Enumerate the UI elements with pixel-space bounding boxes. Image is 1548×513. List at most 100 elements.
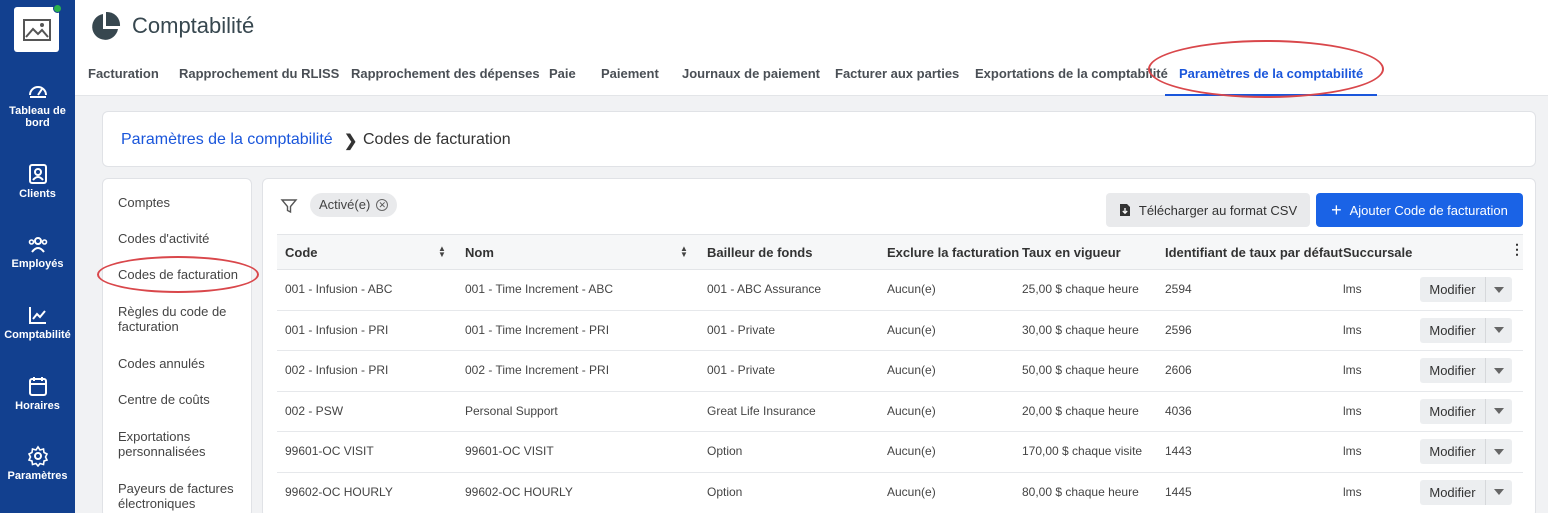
edit-split-button: Modifier: [1420, 398, 1512, 424]
side-item-codes-facturation[interactable]: Codes de facturation: [118, 267, 243, 282]
rail-item-clients[interactable]: Clients: [0, 163, 75, 200]
rail-item-label: Comptabilité: [4, 329, 71, 341]
cell-nom: 002 - Time Increment - PRI: [465, 363, 610, 378]
tab-paiement[interactable]: Paiement: [601, 60, 659, 96]
side-item-regles-code[interactable]: Règles du code de facturation: [118, 304, 243, 334]
filter-chip-label: Activé(e): [319, 197, 371, 212]
edit-split-button: Modifier: [1420, 439, 1512, 465]
table-row: 002 - Infusion - PRI 002 - Time Increment…: [277, 351, 1523, 392]
close-icon[interactable]: ✕: [376, 199, 389, 211]
chevron-down-icon[interactable]: [1486, 277, 1512, 302]
cell-bailleur: 001 - Private: [707, 322, 776, 337]
tab-facturation[interactable]: Facturation: [88, 60, 159, 96]
tab-journaux-paiement[interactable]: Journaux de paiement: [682, 60, 820, 96]
cell-nom: 99601-OC VISIT: [465, 444, 554, 459]
edit-button[interactable]: Modifier: [1420, 398, 1486, 424]
table-row: 002 - PSW Personal Support Great Life Insu…: [277, 392, 1523, 433]
edit-split-button: Modifier: [1420, 479, 1512, 505]
side-item-comptes[interactable]: Comptes: [118, 195, 243, 210]
tab-facturer-parties[interactable]: Facturer aux parties: [835, 60, 959, 96]
cell-taux: 80,00 $ chaque heure: [1022, 484, 1139, 499]
side-item-codes-annules[interactable]: Codes annulés: [118, 356, 243, 371]
chevron-right-icon: ❯: [344, 133, 358, 150]
chevron-down-icon[interactable]: [1486, 480, 1512, 505]
rail-item-employees[interactable]: Employés: [0, 233, 75, 270]
cell-taux: 50,00 $ chaque heure: [1022, 363, 1139, 378]
cell-taux: 170,00 $ chaque visite: [1022, 444, 1143, 459]
app-header: Comptabilité Facturation Rapprochement d…: [75, 0, 1548, 96]
cell-taux: 20,00 $ chaque heure: [1022, 403, 1139, 418]
col-header-exclure: Exclure la facturation: [887, 245, 1020, 260]
filter-chip-active[interactable]: Activé(e) ✕: [310, 193, 398, 217]
chevron-down-icon[interactable]: [1486, 399, 1512, 424]
breadcrumb: Paramètres de la comptabilité ❯ Codes de…: [102, 111, 1536, 167]
cell-identifiant: 2594: [1165, 282, 1192, 296]
filter-icon[interactable]: [280, 197, 298, 215]
breadcrumb-parent-link[interactable]: Paramètres de la comptabilité: [121, 131, 333, 149]
tab-parametres-comptabilite[interactable]: Paramètres de la comptabilité: [1165, 60, 1378, 96]
rail-item-accounting[interactable]: Comptabilité: [0, 304, 75, 341]
sort-icon[interactable]: ▲ ▼: [438, 245, 446, 259]
edit-button[interactable]: Modifier: [1420, 439, 1486, 465]
rail-item-label: Paramètres: [7, 470, 68, 482]
rail-item-schedules[interactable]: Horaires: [0, 375, 75, 412]
tab-rapprochement-rliss[interactable]: Rapprochement du RLISS: [179, 60, 339, 96]
rail-item-label: Clients: [19, 188, 56, 200]
cell-bailleur: Option: [707, 484, 743, 499]
cell-exclure: Aucun(e): [887, 322, 936, 337]
cell-bailleur: 001 - Private: [707, 363, 776, 378]
rail-item-label: Employés: [11, 258, 64, 270]
col-header-code[interactable]: Code: [285, 245, 318, 260]
side-item-centre-couts[interactable]: Centre de coûts: [118, 392, 243, 407]
download-csv-label: Télécharger au format CSV: [1138, 202, 1298, 218]
col-header-bailleur: Bailleur de fonds: [707, 245, 813, 260]
cell-code: 002 - Infusion - PRI: [285, 363, 389, 378]
chevron-down-icon[interactable]: [1486, 358, 1512, 383]
side-item-payeurs-factures[interactable]: Payeurs de factures électroniques: [118, 481, 243, 511]
cell-exclure: Aucun(e): [887, 282, 936, 296]
company-logo[interactable]: [14, 4, 62, 52]
col-header-nom[interactable]: Nom: [465, 245, 494, 260]
tab-rapprochement-depenses[interactable]: Rapprochement des dépenses: [351, 60, 540, 96]
pie-chart-icon: [92, 11, 121, 40]
edit-button[interactable]: Modifier: [1420, 277, 1486, 302]
rail-item-dashboard[interactable]: Tableau de bord: [0, 80, 75, 129]
edit-split-button: Modifier: [1420, 277, 1512, 302]
download-csv-button[interactable]: Télécharger au format CSV: [1106, 193, 1310, 227]
side-item-codes-activite[interactable]: Codes d'activité: [118, 231, 243, 246]
sort-icon[interactable]: ▲ ▼: [680, 245, 688, 259]
cell-nom: 001 - Time Increment - PRI: [465, 322, 610, 337]
table-header: Code ▲ ▼ Nom ▲ ▼ Bailleur de fonds Exclure…: [277, 234, 1524, 270]
rail-item-label: Tableau de bord: [9, 105, 66, 129]
cell-identifiant: 4036: [1165, 403, 1192, 418]
cell-succursale: lms: [1343, 403, 1362, 418]
chevron-down-icon[interactable]: [1486, 439, 1512, 464]
side-item-exportations-perso[interactable]: Exportations personnalisées: [118, 429, 243, 459]
table-body: 001 - Infusion - ABC 001 - Time Increment…: [277, 270, 1523, 513]
tab-exportations-comptabilite[interactable]: Exportations de la comptabilité: [975, 60, 1168, 96]
tab-paie[interactable]: Paie: [549, 60, 576, 96]
chart-line-icon: [28, 307, 46, 324]
edit-button[interactable]: Modifier: [1420, 479, 1486, 505]
gauge-icon: [28, 86, 47, 98]
cell-bailleur: Option: [707, 444, 743, 459]
table-row: 001 - Infusion - PRI 001 - Time Increment…: [277, 311, 1523, 352]
cell-succursale: lms: [1343, 444, 1362, 459]
cell-identifiant: 2606: [1165, 363, 1192, 378]
plus-icon: +: [1331, 200, 1342, 220]
chevron-down-icon[interactable]: [1486, 318, 1512, 343]
edit-button[interactable]: Modifier: [1420, 317, 1486, 343]
cell-exclure: Aucun(e): [887, 363, 936, 378]
breadcrumb-current: Codes de facturation: [363, 131, 511, 148]
column-menu-icon[interactable]: ⋮: [1510, 241, 1524, 258]
cell-exclure: Aucun(e): [887, 444, 936, 459]
edit-button[interactable]: Modifier: [1420, 358, 1486, 384]
col-header-taux: Taux en vigueur: [1022, 245, 1121, 260]
add-billing-code-button[interactable]: + Ajouter Code de facturation: [1316, 193, 1523, 227]
people-icon: [28, 237, 47, 253]
cell-nom: 99602-OC HOURLY: [465, 484, 573, 499]
left-rail: Tableau de bord Clients Employés Comptab…: [0, 0, 75, 513]
rail-item-settings[interactable]: Paramètres: [0, 445, 75, 482]
file-download-icon: [1119, 204, 1130, 216]
person-card-icon: [28, 164, 47, 184]
